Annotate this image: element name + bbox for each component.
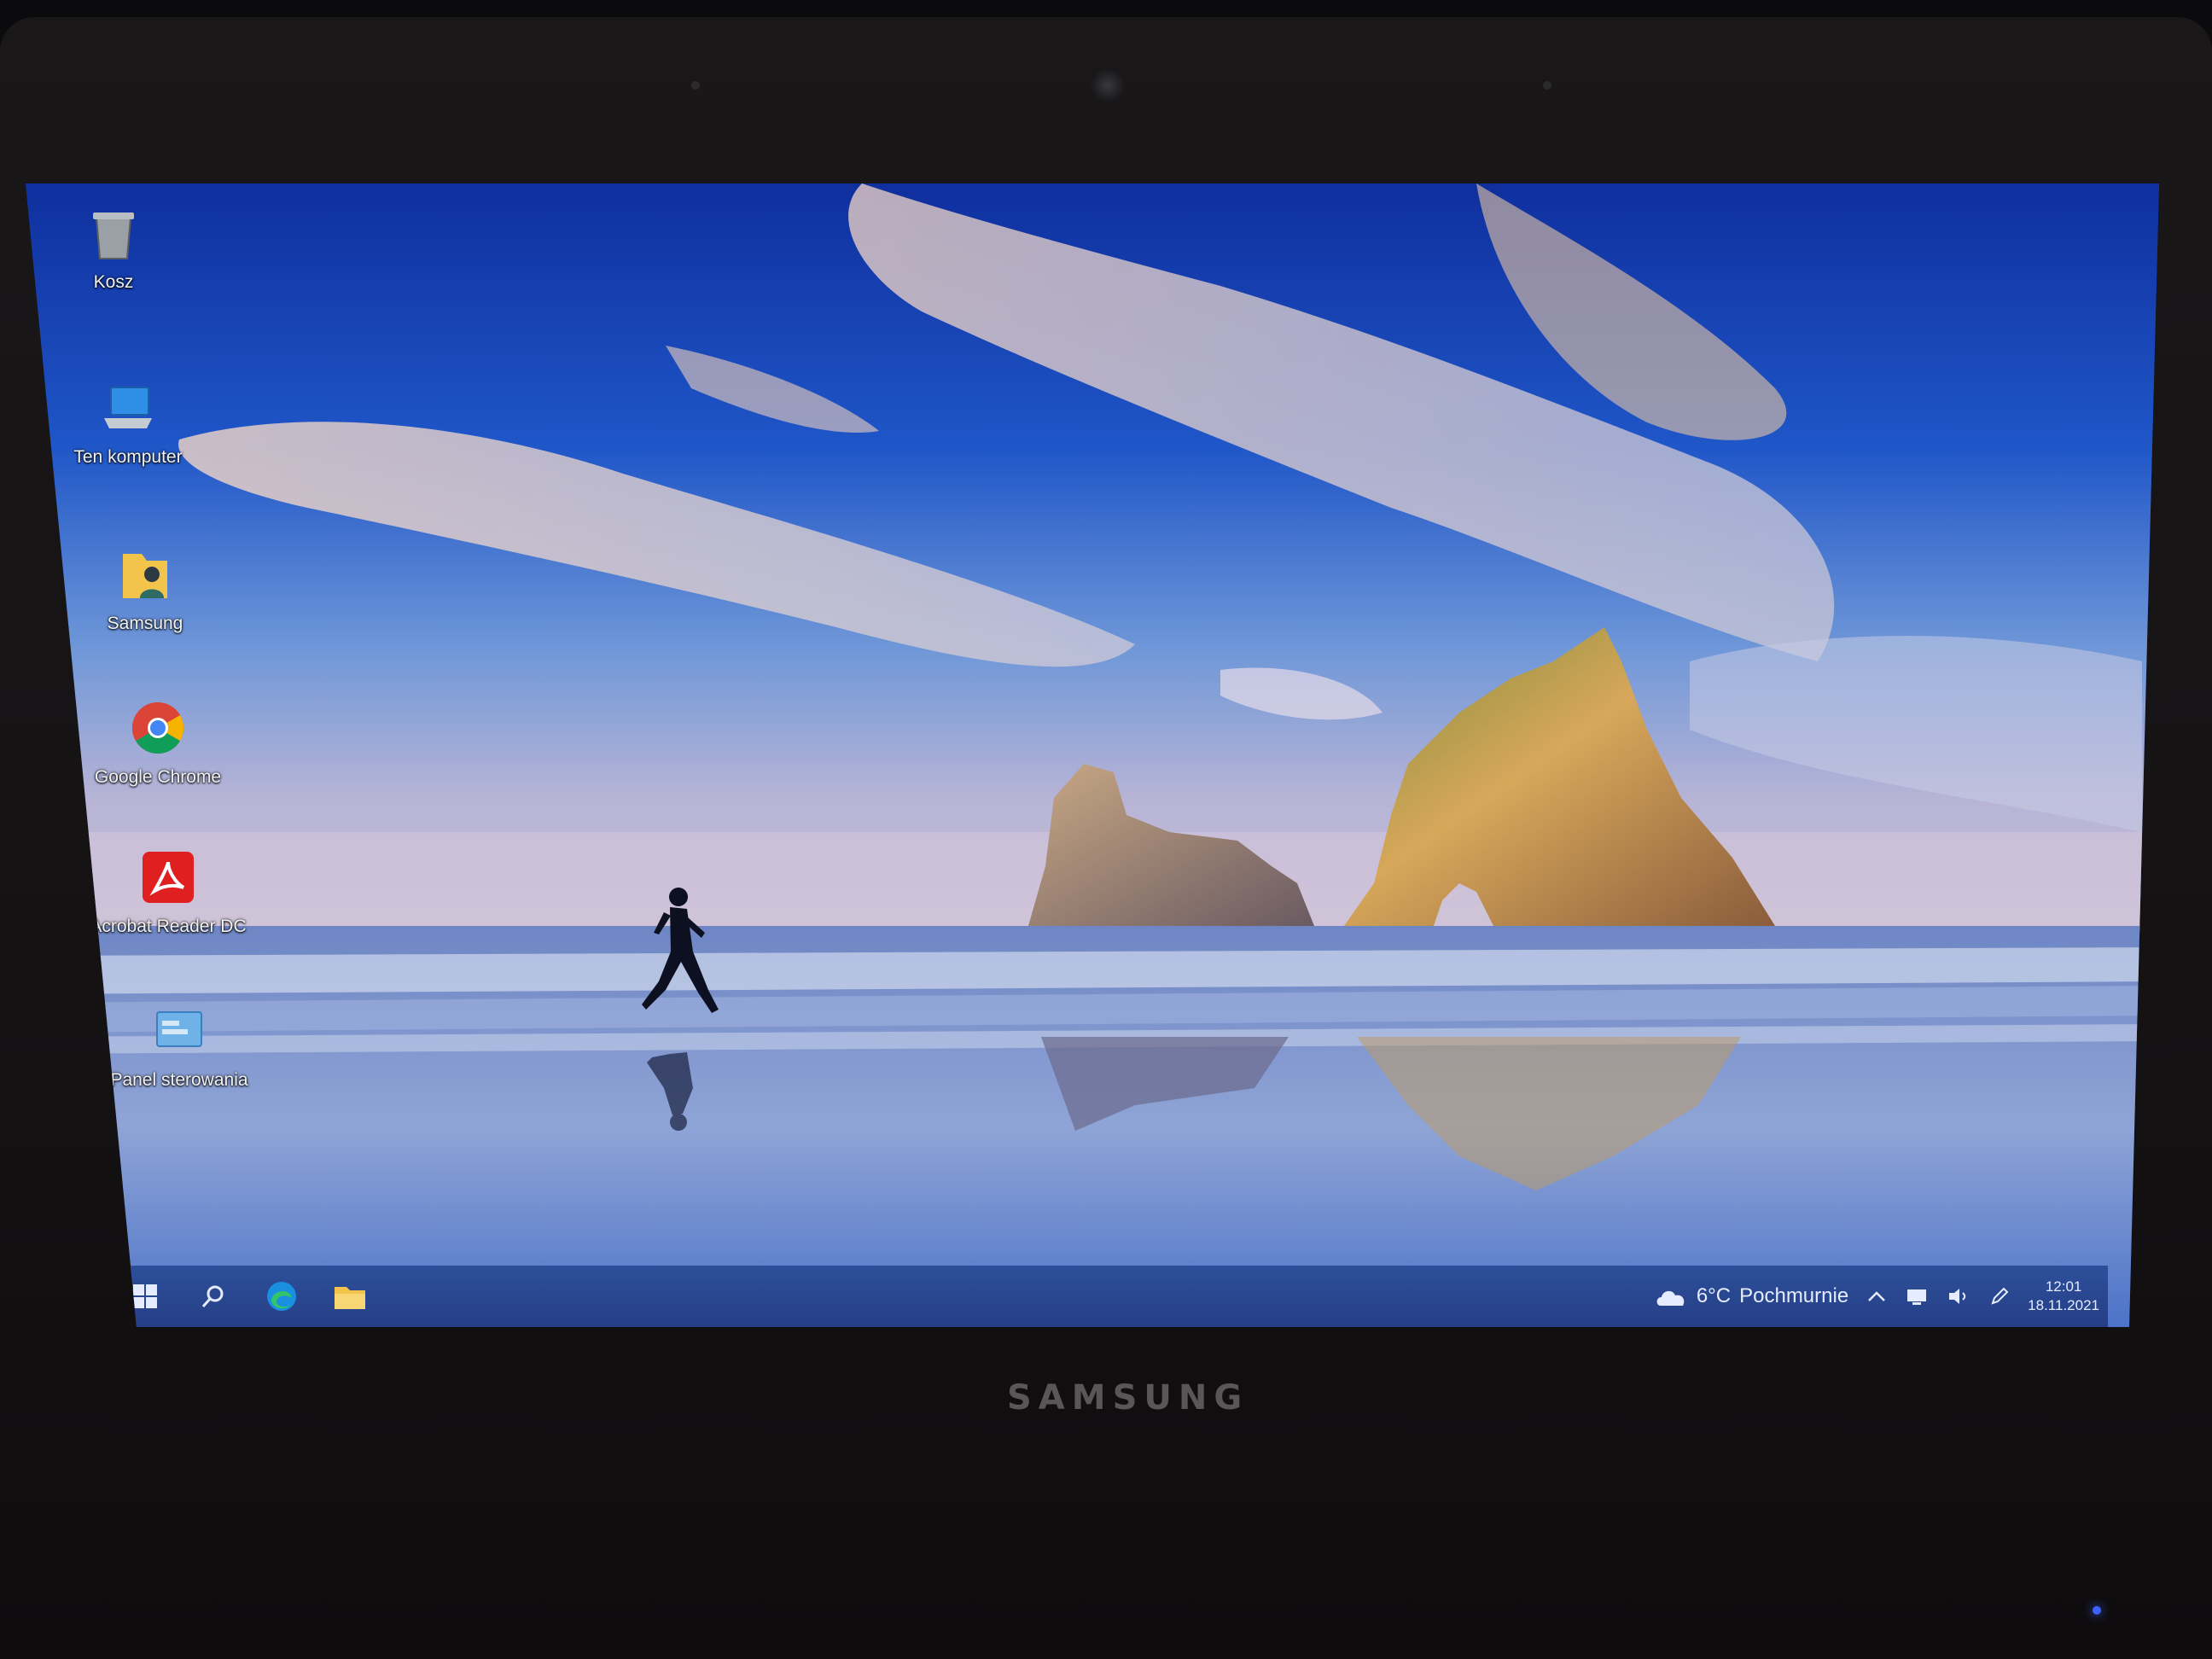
search-button[interactable]: [179, 1266, 247, 1327]
acrobat-reader-icon: [143, 852, 194, 903]
desktop-wallpaper: [26, 183, 2159, 1327]
cloud-icon: [1656, 1290, 1685, 1306]
system-tray: 6°C Pochmurnie 12:01 18.11.2021: [1654, 1266, 2099, 1327]
screen: Kosz Ten komputer Samsung Google Chrome: [26, 183, 2159, 1327]
file-explorer-icon: [335, 1287, 365, 1309]
control-panel-icon: [156, 1011, 202, 1047]
network-icon: [1907, 1289, 1927, 1305]
volume-button[interactable]: [1946, 1284, 1971, 1309]
volume-icon: [1949, 1289, 1966, 1304]
taskbar: 6°C Pochmurnie 12:01 18.11.2021: [111, 1266, 2108, 1327]
ambient-light-sensor: [1543, 81, 1551, 90]
clock-time: 12:01: [2045, 1278, 2082, 1295]
power-led: [2093, 1606, 2101, 1615]
samsung-logo: SAMSUNG: [1007, 1378, 1249, 1417]
desktop-icon-recycle-bin[interactable]: Kosz: [32, 201, 195, 293]
desktop-icon-this-pc[interactable]: Ten komputer: [47, 375, 209, 468]
pen-workspace-button[interactable]: [1987, 1284, 2012, 1309]
file-explorer-taskbar-button[interactable]: [316, 1266, 384, 1327]
this-pc-icon: [104, 387, 152, 428]
edge-browser-icon: [267, 1282, 296, 1311]
user-folder-icon: [123, 554, 167, 598]
search-icon: [201, 1285, 224, 1307]
desktop-icon-acrobat-reader[interactable]: Acrobat Reader DC: [87, 845, 249, 937]
webcam: [1091, 68, 1125, 102]
chevron-up-icon: [1868, 1291, 1886, 1301]
desktop-icon-user-folder[interactable]: Samsung: [64, 542, 226, 634]
clock-date: 18.11.2021: [2028, 1297, 2099, 1313]
windows-start-icon: [133, 1284, 157, 1308]
network-button[interactable]: [1905, 1284, 1930, 1309]
edge-taskbar-button[interactable]: [247, 1266, 316, 1327]
pen-icon: [1991, 1287, 2009, 1305]
weather-widget[interactable]: 6°C Pochmurnie: [1654, 1284, 1848, 1308]
show-hidden-icons-button[interactable]: [1864, 1284, 1889, 1309]
desktop-icon-control-panel[interactable]: Panel sterowania: [98, 998, 260, 1091]
chrome-icon: [131, 702, 184, 754]
weather-condition: Pochmurnie: [1739, 1284, 1849, 1307]
microphone: [691, 81, 700, 90]
recycle-bin-icon: [93, 212, 134, 259]
taskbar-clock[interactable]: 12:01 18.11.2021: [2028, 1278, 2099, 1315]
weather-temperature: 6°C: [1696, 1284, 1732, 1307]
desktop-icon-chrome[interactable]: Google Chrome: [77, 696, 239, 788]
